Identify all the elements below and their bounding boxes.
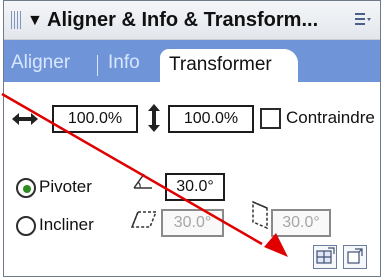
constrain-label: Contraindre [286, 108, 375, 127]
rotate-label: Pivoter [39, 177, 92, 196]
rotate-angle-input[interactable]: 30.0° [165, 173, 225, 201]
panel-title: Aligner & Info & Transform... [47, 9, 319, 31]
scale-height-input[interactable]: 100.0% [168, 105, 254, 133]
horizontal-scale-icon [11, 109, 39, 129]
copy-transform-button[interactable] [313, 245, 337, 269]
skew-vertical-input[interactable]: 30.0° [271, 209, 331, 237]
skew-label: Incliner [39, 215, 94, 234]
reset-transform-button[interactable] [343, 245, 367, 269]
tab-separator [97, 55, 98, 76]
rotate-radio-selected-dot [23, 185, 31, 193]
tab-info[interactable]: Info [108, 52, 140, 74]
transform-content: 100.0% 100.0% Contraindre Pivoter 30.0° … [4, 82, 380, 276]
tab-transformer-label: Transformer [169, 54, 272, 75]
skew-vertical-icon [250, 200, 272, 232]
drag-grip-icon[interactable] [11, 11, 21, 29]
skew-radio[interactable] [16, 216, 36, 236]
skew-horizontal-input[interactable]: 30.0° [161, 209, 224, 237]
panel-menu-icon[interactable] [354, 11, 372, 29]
panel-titlebar[interactable]: ▼ Aligner & Info & Transform... [4, 1, 380, 40]
tab-aligner[interactable]: Aligner [11, 52, 70, 74]
tab-bar: Aligner Info Transformer [4, 40, 380, 83]
collapse-triangle-icon[interactable]: ▼ [27, 12, 43, 30]
skew-horizontal-icon [130, 210, 158, 230]
scale-width-input[interactable]: 100.0% [52, 105, 138, 133]
copy-transform-icon [316, 247, 335, 264]
vertical-scale-icon [146, 103, 162, 133]
screenshot-canvas: ▼ Aligner & Info & Transform... Aligner … [0, 0, 382, 278]
transform-panel: ▼ Aligner & Info & Transform... Aligner … [0, 0, 382, 278]
panel-frame: ▼ Aligner & Info & Transform... Aligner … [3, 0, 381, 277]
rotate-angle-icon [133, 172, 155, 190]
rotate-radio[interactable] [16, 178, 36, 198]
tab-transformer[interactable]: Transformer [160, 49, 298, 83]
reset-transform-icon [347, 248, 363, 264]
constrain-checkbox[interactable] [260, 108, 281, 129]
